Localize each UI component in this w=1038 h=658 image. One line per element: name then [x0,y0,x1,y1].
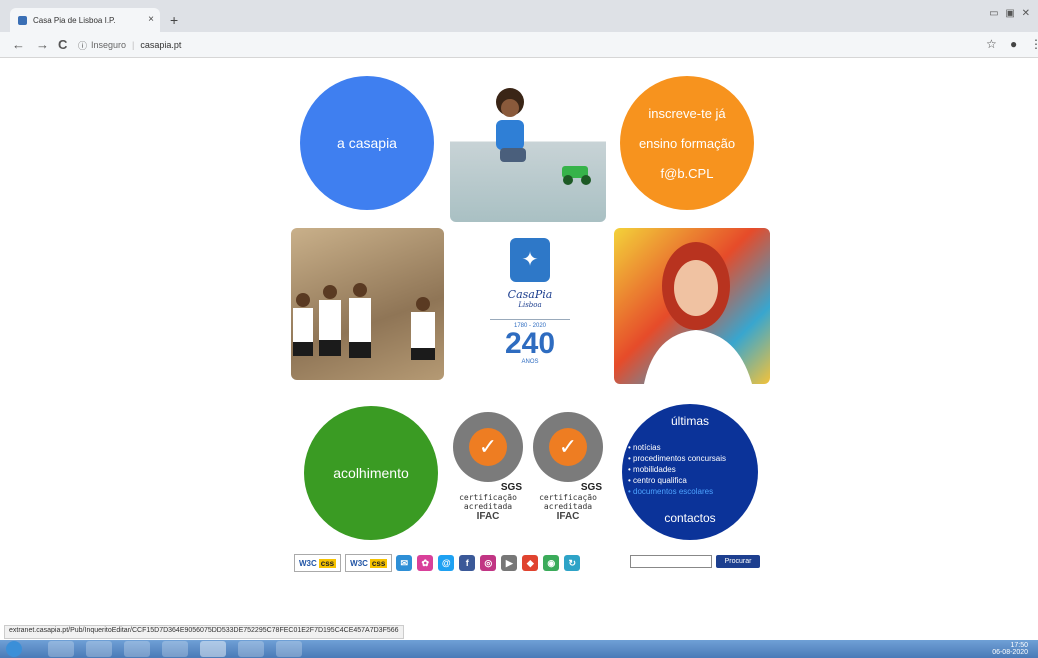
system-tray: 17:50 06-08-2020 [992,642,1028,656]
start-button-icon[interactable] [6,641,22,657]
ultimas-item-centro-qualifica[interactable]: • centro qualifica [628,475,726,486]
new-tab-button[interactable]: + [170,12,178,28]
forward-icon[interactable]: → [36,37,49,52]
search-button[interactable]: Procurar [716,555,760,568]
inscreve-link[interactable]: inscreve-te já [648,106,725,121]
instagram-icon[interactable]: ◎ [480,555,497,571]
chrome-icon[interactable] [200,641,226,657]
at-icon[interactable]: @ [438,555,455,571]
ie-icon[interactable] [124,641,150,657]
cert-sgs: SGS [500,482,522,493]
w3c-css-badge[interactable]: W3C css [294,554,342,572]
tab-bar: Casa Pia de Lisboa I.P. × + ▭ ▣ ✕ [0,0,1038,32]
toy-tractor-icon [562,166,591,185]
casapia-logo-mark-icon: ✦ [510,238,550,282]
facebook-icon[interactable]: f [459,555,476,571]
sgs-ring-icon: ✓ [533,412,603,482]
cert-line1: certificação [539,493,597,502]
url-text: casapia.pt [140,40,182,50]
cert-line2: acreditada [463,502,513,511]
security-label: Inseguro [91,40,127,50]
clock-date: 06-08-2020 [992,649,1028,656]
search-input[interactable] [630,555,712,568]
close-tab-icon[interactable]: × [148,14,154,25]
office-icon[interactable] [162,641,188,657]
fab-cpl-link[interactable]: f@b.CPL [661,166,714,181]
profile-icon[interactable]: ● [1010,37,1017,51]
logo-brand: CasaPia [507,288,553,301]
explorer-icon[interactable] [48,641,74,657]
url-separator: | [132,40,135,50]
browser-tab[interactable]: Casa Pia de Lisboa I.P. × [10,8,160,32]
cert-ifac: IFAC [556,511,580,522]
footer-bar: W3C css W3C css ✉ ✿ @ f ◎ ▶ ◆ ◉ ↻ [294,552,585,574]
chrome-icon[interactable]: ◉ [543,555,560,571]
ultimas-item-noticias[interactable]: • notícias [628,442,726,453]
acolhimento-label: acolhimento [333,465,409,481]
logo-sub: Lisboa [518,301,542,309]
ultimas-item-documentos[interactable]: • documentos escolares [628,486,726,497]
ensino-formacao-link[interactable]: ensino formação [639,136,735,151]
certification-badge-iso14001: ✓ SGS certificação acreditada IFAC [530,412,606,522]
mail-icon[interactable]: ✉ [396,555,413,571]
logo-anos: ANOS [521,359,539,365]
certification-badge-iso9001: ✓ SGS certificação acreditada IFAC [450,412,526,522]
inscricoes-tile[interactable]: inscreve-te já ensino formação f@b.CPL [620,76,754,210]
paint-icon[interactable] [276,641,302,657]
menu-icon[interactable]: ⋮ [1030,37,1038,51]
youtube-icon[interactable]: ▶ [501,555,518,571]
cert-ifac: IFAC [476,511,500,522]
casapia-240-logo: ✦ CasaPia Lisboa 1780 - 2020 240 ANOS [490,238,570,378]
ultimas-item-procedimentos[interactable]: • procedimentos concursais [628,453,726,464]
ultimas-tile[interactable]: últimas • notícias • procedimentos concu… [622,404,758,540]
casapia-favicon-icon [18,15,27,25]
woman-photo [614,228,770,384]
back-icon[interactable]: ← [12,37,25,52]
ultimas-item-mobilidades[interactable]: • mobilidades [628,464,726,475]
cert-sgs: SGS [580,482,602,493]
contactos-link[interactable]: contactos [664,511,715,525]
cert-line1: certificação [459,493,517,502]
casapia-tile[interactable]: a casapia [300,76,434,210]
window-controls[interactable]: ▭ ▣ ✕ [989,8,1032,19]
bookmark-star-icon[interactable]: ☆ [986,37,997,51]
logo-number: 240 [504,327,556,360]
google-icon[interactable]: ◆ [522,555,539,571]
tab-title: Casa Pia de Lisboa I.P. [33,15,116,25]
info-icon[interactable]: ⓘ [78,39,87,52]
ultimas-list: • notícias • procedimentos concursais • … [622,442,726,497]
media-player-icon[interactable] [86,641,112,657]
child-figure-icon [496,88,526,162]
url-field[interactable]: ⓘ Inseguro | casapia.pt [78,36,978,54]
students-photo [291,228,444,380]
app-icon[interactable] [238,641,264,657]
ultimas-title: últimas [670,414,709,428]
casapia-label: a casapia [337,135,397,151]
flower-icon[interactable]: ✿ [417,555,434,571]
reload-icon[interactable]: C [58,37,67,52]
acolhimento-tile[interactable]: acolhimento [304,406,438,540]
status-url: extranet.casapia.pt/Pub/InqueritoEditar/… [4,625,404,639]
sgs-ring-icon: ✓ [453,412,523,482]
w3c-css-badge-2[interactable]: W3C css [345,554,393,572]
taskbar: 17:50 06-08-2020 [0,640,1038,658]
child-photo [450,76,606,222]
clock-time: 17:50 [1010,642,1028,649]
address-bar: ← → C ⓘ Inseguro | casapia.pt ☆ ● ⋮ [0,32,1038,58]
refresh-icon[interactable]: ↻ [564,555,581,571]
smiling-student-icon [644,242,752,384]
students-group-icon [293,283,435,360]
cert-line2: acreditada [543,502,593,511]
